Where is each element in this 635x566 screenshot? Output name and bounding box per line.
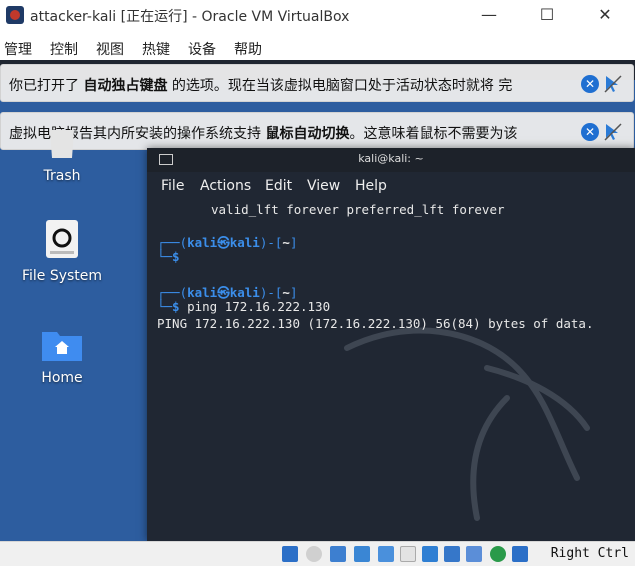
menu-help[interactable]: 帮助 [234, 39, 262, 59]
command-line: └─$ ping 172.16.222.130 [157, 299, 331, 314]
video-capture-icon[interactable] [444, 546, 460, 562]
terminal-titlebar[interactable]: kali@kali: ~ [147, 148, 635, 172]
desktop-icon-label: File System [21, 268, 103, 284]
terminal-menu-file[interactable]: File [161, 178, 184, 194]
desktop-icon-label: Home [41, 370, 83, 386]
terminal-output[interactable]: valid_lft forever preferred_lft forever … [147, 198, 635, 541]
menu-bar: 管理 控制 视图 热键 设备 帮助 [0, 32, 635, 60]
mouse-integration-icon[interactable] [603, 74, 623, 94]
terminal-menu-view[interactable]: View [307, 178, 340, 194]
harddisk-icon[interactable] [282, 546, 298, 562]
desktop-home[interactable]: Home [12, 328, 112, 386]
output-line: valid_lft forever preferred_lft forever [211, 202, 505, 217]
host-key-label: Right Ctrl [550, 546, 629, 561]
optical-drive-icon[interactable] [306, 546, 322, 562]
shared-folders-icon[interactable] [400, 546, 416, 562]
desktop-icon-label: Trash [43, 168, 81, 184]
close-button[interactable]: ✕ [594, 6, 616, 26]
network-icon[interactable] [354, 546, 370, 562]
keyboard-capture-notice: 你已打开了 自动独占键盘 的选项。现在当该虚拟电脑窗口处于活动状态时就将 完 ✕ [0, 64, 634, 102]
window-title: attacker-kali [正在运行] - Oracle VM Virtual… [30, 9, 350, 25]
terminal-title: kali@kali: ~ [358, 152, 424, 165]
mouse-integration-icon[interactable] [603, 122, 623, 142]
prompt-line: └─$ [157, 249, 180, 264]
kali-dragon-watermark-icon [344, 327, 590, 521]
vm-status-bar: Right Ctrl [0, 541, 635, 566]
terminal-menu-bar: File Actions Edit View Help [147, 172, 635, 198]
trash-icon [50, 130, 74, 158]
terminal-menu-help[interactable]: Help [355, 178, 387, 194]
menu-hotkey[interactable]: 热键 [142, 39, 170, 59]
maximize-button[interactable]: ☐ [536, 6, 558, 26]
terminal-menu-actions[interactable]: Actions [200, 178, 251, 194]
vm-display[interactable]: 你已打开了 自动独占键盘 的选项。现在当该虚拟电脑窗口处于活动状态时就将 完 ✕… [0, 60, 635, 541]
terminal-menu-edit[interactable]: Edit [265, 178, 292, 194]
home-folder-icon [42, 332, 82, 361]
menu-view[interactable]: 视图 [96, 39, 124, 59]
terminal-window[interactable]: kali@kali: ~ File Actions Edit View Help… [147, 148, 635, 541]
virtualbox-app-icon [6, 6, 24, 24]
menu-manage[interactable]: 管理 [4, 39, 32, 59]
menu-devices[interactable]: 设备 [188, 39, 216, 59]
audio-icon[interactable] [330, 546, 346, 562]
drive-icon [46, 220, 78, 258]
virtualization-icon[interactable] [490, 546, 506, 562]
menu-control[interactable]: 控制 [50, 39, 78, 59]
notice-text: 你已打开了 自动独占键盘 的选项。现在当该虚拟电脑窗口处于活动状态时就将 完 [9, 78, 513, 94]
desktop-filesystem[interactable]: File System [12, 218, 112, 284]
desktop-trash[interactable]: Trash [12, 130, 112, 184]
mouse-integration-icon[interactable] [512, 546, 528, 562]
output-line: PING 172.16.222.130 (172.16.222.130) 56(… [157, 316, 594, 331]
usb-icon[interactable] [378, 546, 394, 562]
minimize-button[interactable]: — [478, 6, 500, 26]
close-icon[interactable]: ✕ [581, 75, 599, 93]
display-icon[interactable] [422, 546, 438, 562]
close-icon[interactable]: ✕ [581, 123, 599, 141]
vrdp-icon[interactable] [466, 546, 482, 562]
window-titlebar: attacker-kali [正在运行] - Oracle VM Virtual… [0, 0, 635, 32]
